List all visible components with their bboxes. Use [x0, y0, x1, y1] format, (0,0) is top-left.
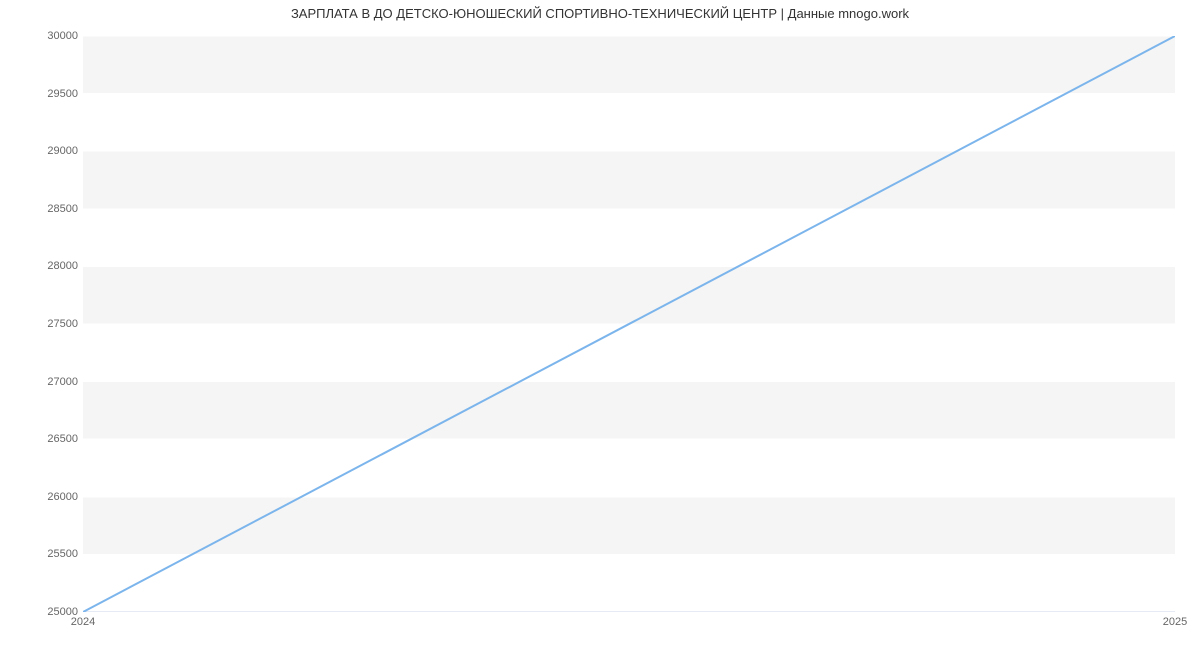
- y-tick-label: 27500: [47, 318, 78, 330]
- x-tick-label: 2025: [1163, 616, 1187, 628]
- y-tick-label: 29500: [47, 88, 78, 100]
- grid-bands: [83, 36, 1175, 554]
- line-chart: ЗАРПЛАТА В ДО ДЕТСКО-ЮНОШЕСКИЙ СПОРТИВНО…: [0, 0, 1200, 650]
- x-axis-labels: 20242025: [83, 614, 1175, 634]
- y-tick-label: 26000: [47, 491, 78, 503]
- y-tick-label: 27000: [47, 376, 78, 388]
- y-axis-labels: 2500025500260002650027000275002800028500…: [0, 36, 78, 612]
- plot-area: [83, 36, 1175, 612]
- plot-svg: [83, 36, 1175, 612]
- y-tick-label: 29000: [47, 145, 78, 157]
- y-tick-label: 28500: [47, 203, 78, 215]
- y-tick-label: 28000: [47, 260, 78, 272]
- chart-title: ЗАРПЛАТА В ДО ДЕТСКО-ЮНОШЕСКИЙ СПОРТИВНО…: [0, 6, 1200, 21]
- y-tick-label: 25500: [47, 548, 78, 560]
- x-tick-label: 2024: [71, 616, 95, 628]
- y-tick-label: 30000: [47, 30, 78, 42]
- y-tick-label: 26500: [47, 433, 78, 445]
